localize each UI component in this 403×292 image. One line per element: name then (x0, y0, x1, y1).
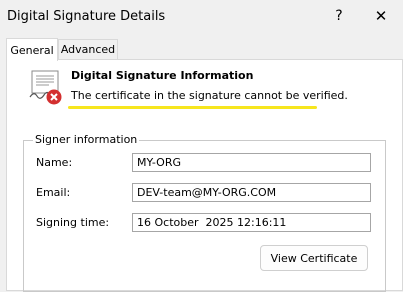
info-message: The certificate in the signature cannot … (71, 89, 348, 102)
certificate-error-icon (29, 70, 62, 105)
signing-time-field[interactable]: 16 October 2025 12:16:11 (132, 213, 371, 232)
view-certificate-label: View Certificate (270, 251, 358, 265)
highlight-underline (68, 106, 317, 109)
signing-time-label: Signing time: (36, 216, 110, 229)
email-label: Email: (36, 186, 71, 199)
title-bar: Digital Signature Details ? ✕ (0, 0, 403, 34)
info-title: Digital Signature Information (71, 69, 254, 82)
view-certificate-button[interactable]: View Certificate (260, 245, 368, 271)
help-icon: ? (335, 8, 343, 24)
tab-general[interactable]: General (6, 38, 58, 61)
name-label: Name: (36, 156, 73, 169)
tab-general-label: General (10, 43, 54, 57)
window-title: Digital Signature Details (7, 9, 166, 24)
close-button[interactable]: ✕ (362, 1, 400, 31)
name-field[interactable]: MY-ORG (132, 153, 371, 172)
close-icon: ✕ (374, 7, 388, 25)
email-field[interactable]: DEV-team@MY-ORG.COM (132, 183, 371, 202)
tab-advanced[interactable]: Advanced (58, 39, 118, 59)
help-button[interactable]: ? (322, 1, 356, 31)
signer-info-legend: Signer information (33, 133, 140, 146)
tab-advanced-label: Advanced (60, 43, 116, 56)
